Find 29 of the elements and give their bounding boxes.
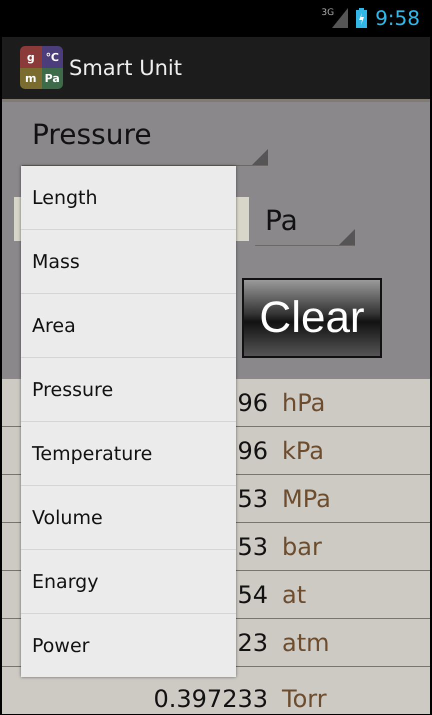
clear-button[interactable]: Clear <box>242 278 382 358</box>
clock-time: 9:58 <box>375 6 420 30</box>
result-value: 53 <box>237 484 268 512</box>
result-unit: kPa <box>282 436 324 464</box>
dropdown-item[interactable]: Volume <box>21 486 236 550</box>
unit-spinner[interactable]: Pa <box>255 200 355 246</box>
result-unit: Torr <box>282 685 327 713</box>
result-unit: atm <box>282 628 330 656</box>
dropdown-item[interactable]: Power <box>21 614 236 677</box>
result-value: 54 <box>237 580 268 608</box>
battery-charging-icon <box>356 8 368 28</box>
result-value: 0.397233 <box>153 685 268 713</box>
network-label: 3G <box>321 8 334 18</box>
dropdown-item[interactable]: Pressure <box>21 358 236 422</box>
dropdown-item[interactable]: Area <box>21 294 236 358</box>
result-unit: MPa <box>282 484 331 512</box>
dropdown-item[interactable]: Temperature <box>21 422 236 486</box>
result-value: 96 <box>237 436 268 464</box>
result-unit: hPa <box>282 388 326 416</box>
signal-icon <box>332 8 348 28</box>
result-unit: at <box>282 580 306 608</box>
result-value: 23 <box>237 628 268 656</box>
result-value: 53 <box>237 532 268 560</box>
dropdown-item[interactable]: Length <box>21 166 236 230</box>
result-value: 96 <box>237 388 268 416</box>
app-title: Smart Unit <box>69 56 182 80</box>
dropdown-item[interactable]: Mass <box>21 230 236 294</box>
dropdown-item[interactable]: Enargy <box>21 550 236 614</box>
result-unit: bar <box>282 532 322 560</box>
